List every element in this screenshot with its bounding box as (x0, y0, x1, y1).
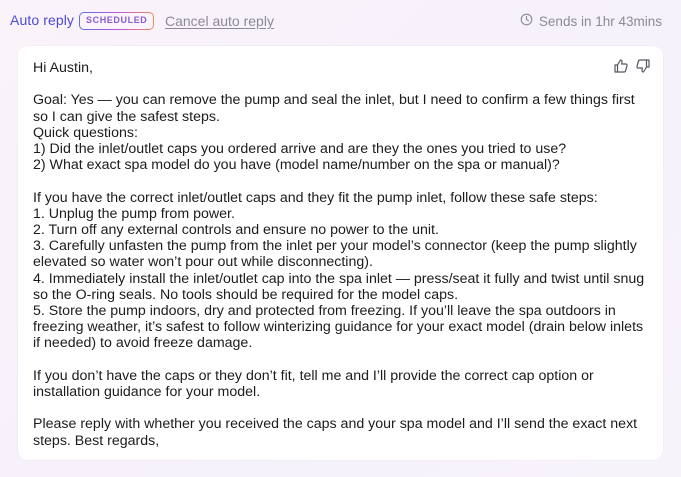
closing-paragraph: Please reply with whether you received t… (33, 416, 638, 449)
step-3: 3. Carefully unfasten the pump from the … (33, 238, 637, 271)
clock-icon (520, 13, 533, 29)
steps-intro: If you have the correct inlet/outlet cap… (33, 189, 598, 206)
auto-reply-header: Auto reply SCHEDULED Cancel auto reply S… (0, 0, 681, 42)
question-1: 1) Did the inlet/outlet caps you ordered… (33, 141, 567, 157)
send-timer: Sends in 1hr 43mins (520, 13, 662, 29)
scheduled-badge: SCHEDULED (79, 12, 154, 30)
sends-in-text: Sends in 1hr 43mins (538, 13, 662, 29)
goal-paragraph: Goal: Yes — you can remove the pump and … (33, 92, 635, 125)
message-card: Hi Austin, Goal: Yes — you can remove th… (18, 46, 663, 460)
question-2: 2) What exact spa model do you have (mod… (33, 157, 560, 174)
step-2: 2. Turn off any external controls and en… (33, 222, 439, 238)
no-caps-paragraph: If you don’t have the caps or they don’t… (33, 367, 594, 401)
greeting: Hi Austin, (33, 60, 93, 76)
step-5: 5. Store the pump indoors, dry and prote… (33, 303, 644, 352)
quick-questions-heading: Quick questions: (33, 124, 138, 141)
cancel-auto-reply-link[interactable]: Cancel auto reply (165, 13, 274, 29)
message-body: Hi Austin, Goal: Yes — you can remove th… (33, 60, 645, 449)
step-1: 1. Unplug the pump from power. (33, 205, 235, 222)
auto-reply-label: Auto reply (10, 12, 75, 28)
step-4: 4. Immediately install the inlet/outlet … (33, 270, 645, 303)
